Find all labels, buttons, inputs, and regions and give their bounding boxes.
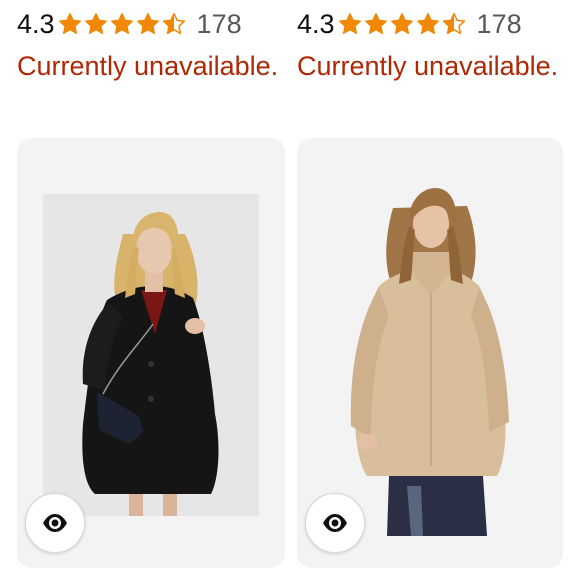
star-full-icon [109,11,135,37]
quick-view-button[interactable] [305,493,365,553]
quick-view-button[interactable] [25,493,85,553]
product-image-card[interactable] [17,138,285,568]
star-full-icon [415,11,441,37]
product-image[interactable] [43,194,259,516]
black-sherpa-coat-photo [43,194,259,516]
product-image[interactable] [337,176,527,536]
star-rating [337,11,467,37]
star-rating [57,11,187,37]
product-image-card[interactable] [297,138,563,568]
rating-row[interactable]: 4.3 178 [17,4,242,44]
star-full-icon [57,11,83,37]
rating-value: 4.3 [17,8,55,39]
star-half-icon [441,11,467,37]
star-full-icon [83,11,109,37]
star-full-icon [363,11,389,37]
availability-status: Currently unavailable. [297,51,559,81]
star-half-icon [161,11,187,37]
beige-fleece-jacket-photo [350,188,509,536]
eye-icon [43,514,67,532]
rating-row[interactable]: 4.3 178 [297,4,522,44]
star-full-icon [135,11,161,37]
star-full-icon [337,11,363,37]
rating-value: 4.3 [297,8,335,39]
rating-count[interactable]: 178 [477,10,522,38]
availability-status: Currently unavailable. [17,51,279,81]
rating-count[interactable]: 178 [197,10,242,38]
eye-icon [323,514,347,532]
star-full-icon [389,11,415,37]
